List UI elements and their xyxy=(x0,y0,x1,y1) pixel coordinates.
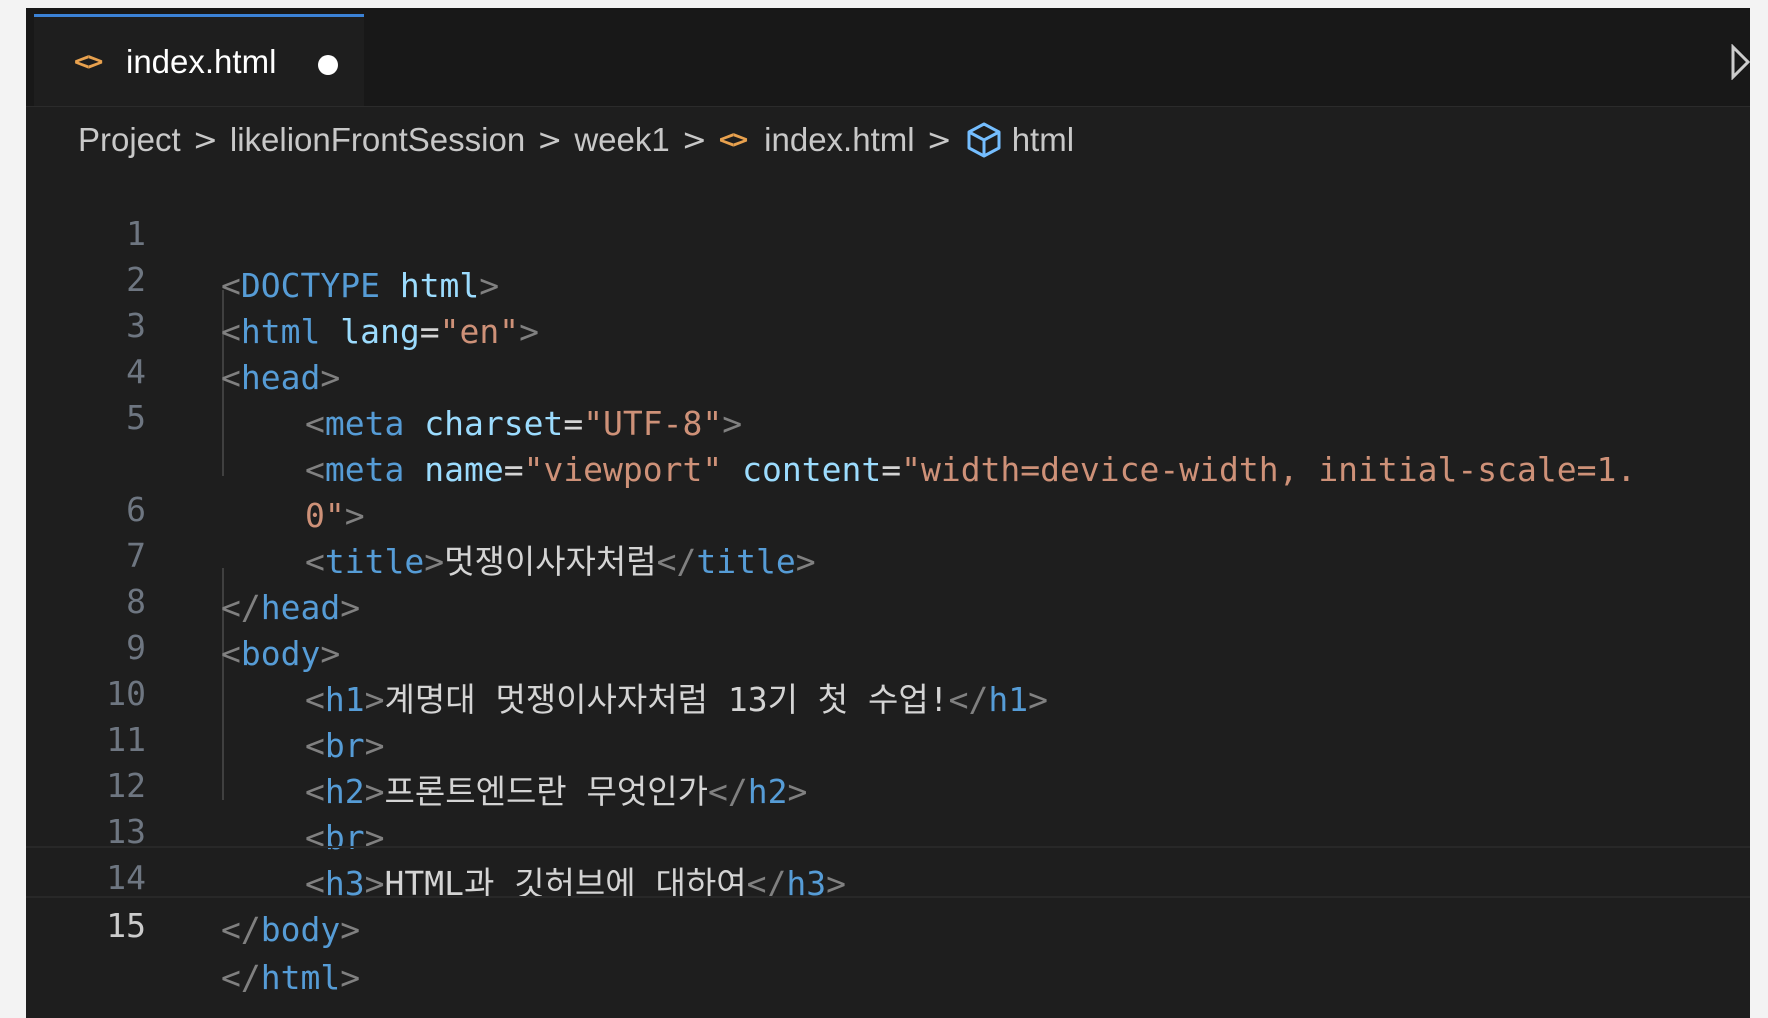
tab-bar: <> index.html xyxy=(26,8,1750,107)
cube-icon xyxy=(967,122,1001,158)
html-file-icon: <> xyxy=(718,125,748,155)
code-line-wrapped: 0"> xyxy=(26,386,1750,535)
breadcrumb-project[interactable]: Project xyxy=(78,121,181,159)
code-line: 5 <meta name="viewport" content="width=d… xyxy=(26,340,1750,489)
code-line: 13 <h3>HTML과 깃허브에 대하여</h3> xyxy=(26,754,1750,903)
line-number: 15 xyxy=(106,906,146,945)
code-line-current: 15 </html> xyxy=(26,846,1750,997)
code-line: 1 <DOCTYPE html> xyxy=(26,156,1750,305)
code-line: 10 <br> xyxy=(26,616,1750,765)
run-icon[interactable] xyxy=(1730,44,1750,80)
breadcrumb-symbol[interactable]: html xyxy=(964,120,1074,160)
code-line: 3 <head> xyxy=(26,248,1750,397)
code-line: 11 <h2>프론트엔드란 무엇인가</h2> xyxy=(26,662,1750,811)
tab-index-html[interactable]: <> index.html xyxy=(34,14,364,106)
code-line: 14 </body> xyxy=(26,800,1750,949)
code-line: 4 <meta charset="UTF-8"> xyxy=(26,294,1750,443)
tab-label: index.html xyxy=(126,43,277,80)
html-file-icon: <> xyxy=(74,47,103,77)
code-editor: <> index.html Project > likelionFrontSes… xyxy=(26,8,1750,1018)
breadcrumb-file-label: index.html xyxy=(764,121,915,158)
breadcrumb-folder-likelion[interactable]: likelionFrontSession xyxy=(230,121,525,159)
code-line: 12 <br> xyxy=(26,708,1750,857)
breadcrumb-separator: > xyxy=(192,122,218,158)
code-line: 7 </head> xyxy=(26,478,1750,627)
breadcrumb-file[interactable]: <> index.html xyxy=(719,121,915,159)
line-content: </body> xyxy=(221,910,361,949)
code-line: 9 <h1>계명대 멋쟁이사자처럼 13기 첫 수업!</h1> xyxy=(26,570,1750,719)
breadcrumb-symbol-label: html xyxy=(1011,121,1075,158)
unsaved-dot-icon[interactable] xyxy=(318,55,338,75)
breadcrumb-folder-week1[interactable]: week1 xyxy=(574,121,669,159)
breadcrumb-separator: > xyxy=(926,122,952,158)
code-line: 8 <body> xyxy=(26,524,1750,673)
breadcrumb-separator: > xyxy=(681,122,707,158)
code-line: 2 <html lang="en"> xyxy=(26,202,1750,351)
breadcrumb-separator: > xyxy=(537,122,563,158)
line-content: </html> xyxy=(221,958,361,997)
code-line: 6 <title>멋쟁이사자처럼</title> xyxy=(26,432,1750,581)
